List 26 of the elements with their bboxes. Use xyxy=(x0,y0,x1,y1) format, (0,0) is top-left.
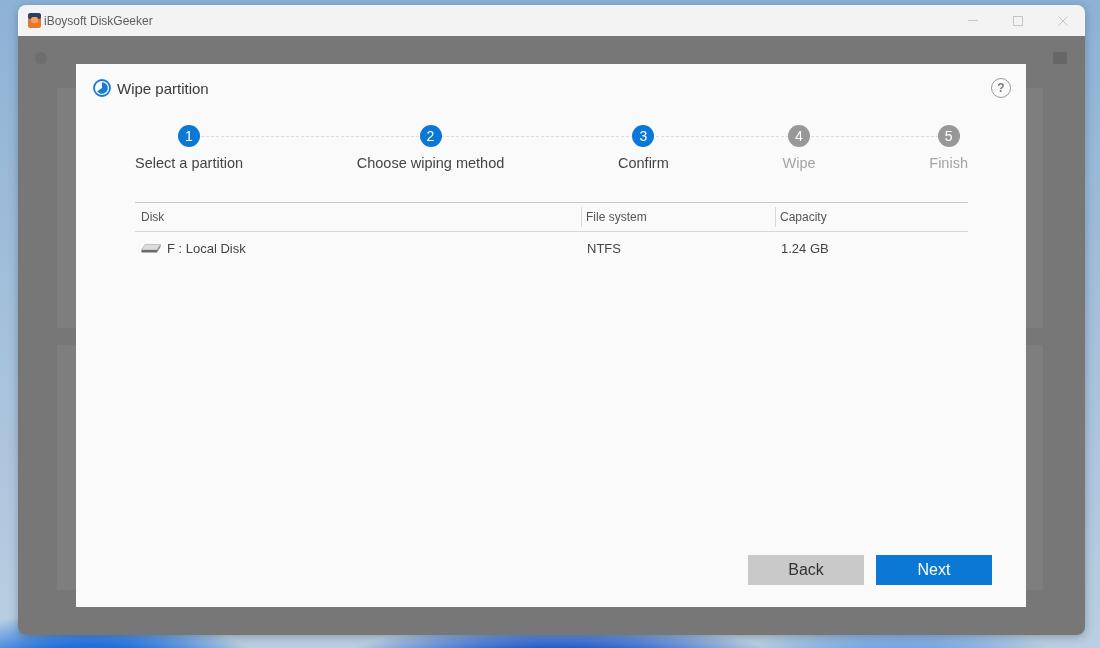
dialog-title: Wipe partition xyxy=(117,79,209,97)
step-label: Choose wiping method xyxy=(356,154,505,172)
step-number: 2 xyxy=(419,125,442,147)
step-label: Wipe xyxy=(782,154,816,172)
column-header: Disk xyxy=(135,202,581,232)
close-icon xyxy=(1057,15,1068,26)
table-cell: F : Local Disk xyxy=(167,240,246,256)
window-title: iBoysoft DiskGeeker xyxy=(44,13,153,28)
maximize-icon xyxy=(1012,15,1023,26)
column-header: File system xyxy=(581,202,775,232)
drive-icon xyxy=(141,243,161,253)
app-logo-icon xyxy=(28,13,41,28)
step-number: 1 xyxy=(178,125,200,147)
step-number: 4 xyxy=(788,125,810,147)
pie-chart-icon xyxy=(93,79,111,97)
step-label: Finish xyxy=(929,154,968,172)
back-button[interactable]: Back xyxy=(748,555,864,585)
step-number: 5 xyxy=(937,125,960,147)
step-number: 3 xyxy=(632,125,655,147)
table-cell: NTFS xyxy=(587,240,621,256)
step-label: Confirm xyxy=(618,154,669,172)
minimize-icon xyxy=(967,20,978,21)
step-label: Select a partition xyxy=(135,154,243,172)
column-header: Capacity xyxy=(775,202,968,232)
next-button[interactable]: Next xyxy=(876,555,992,585)
table-cell: 1.24 GB xyxy=(781,240,829,256)
